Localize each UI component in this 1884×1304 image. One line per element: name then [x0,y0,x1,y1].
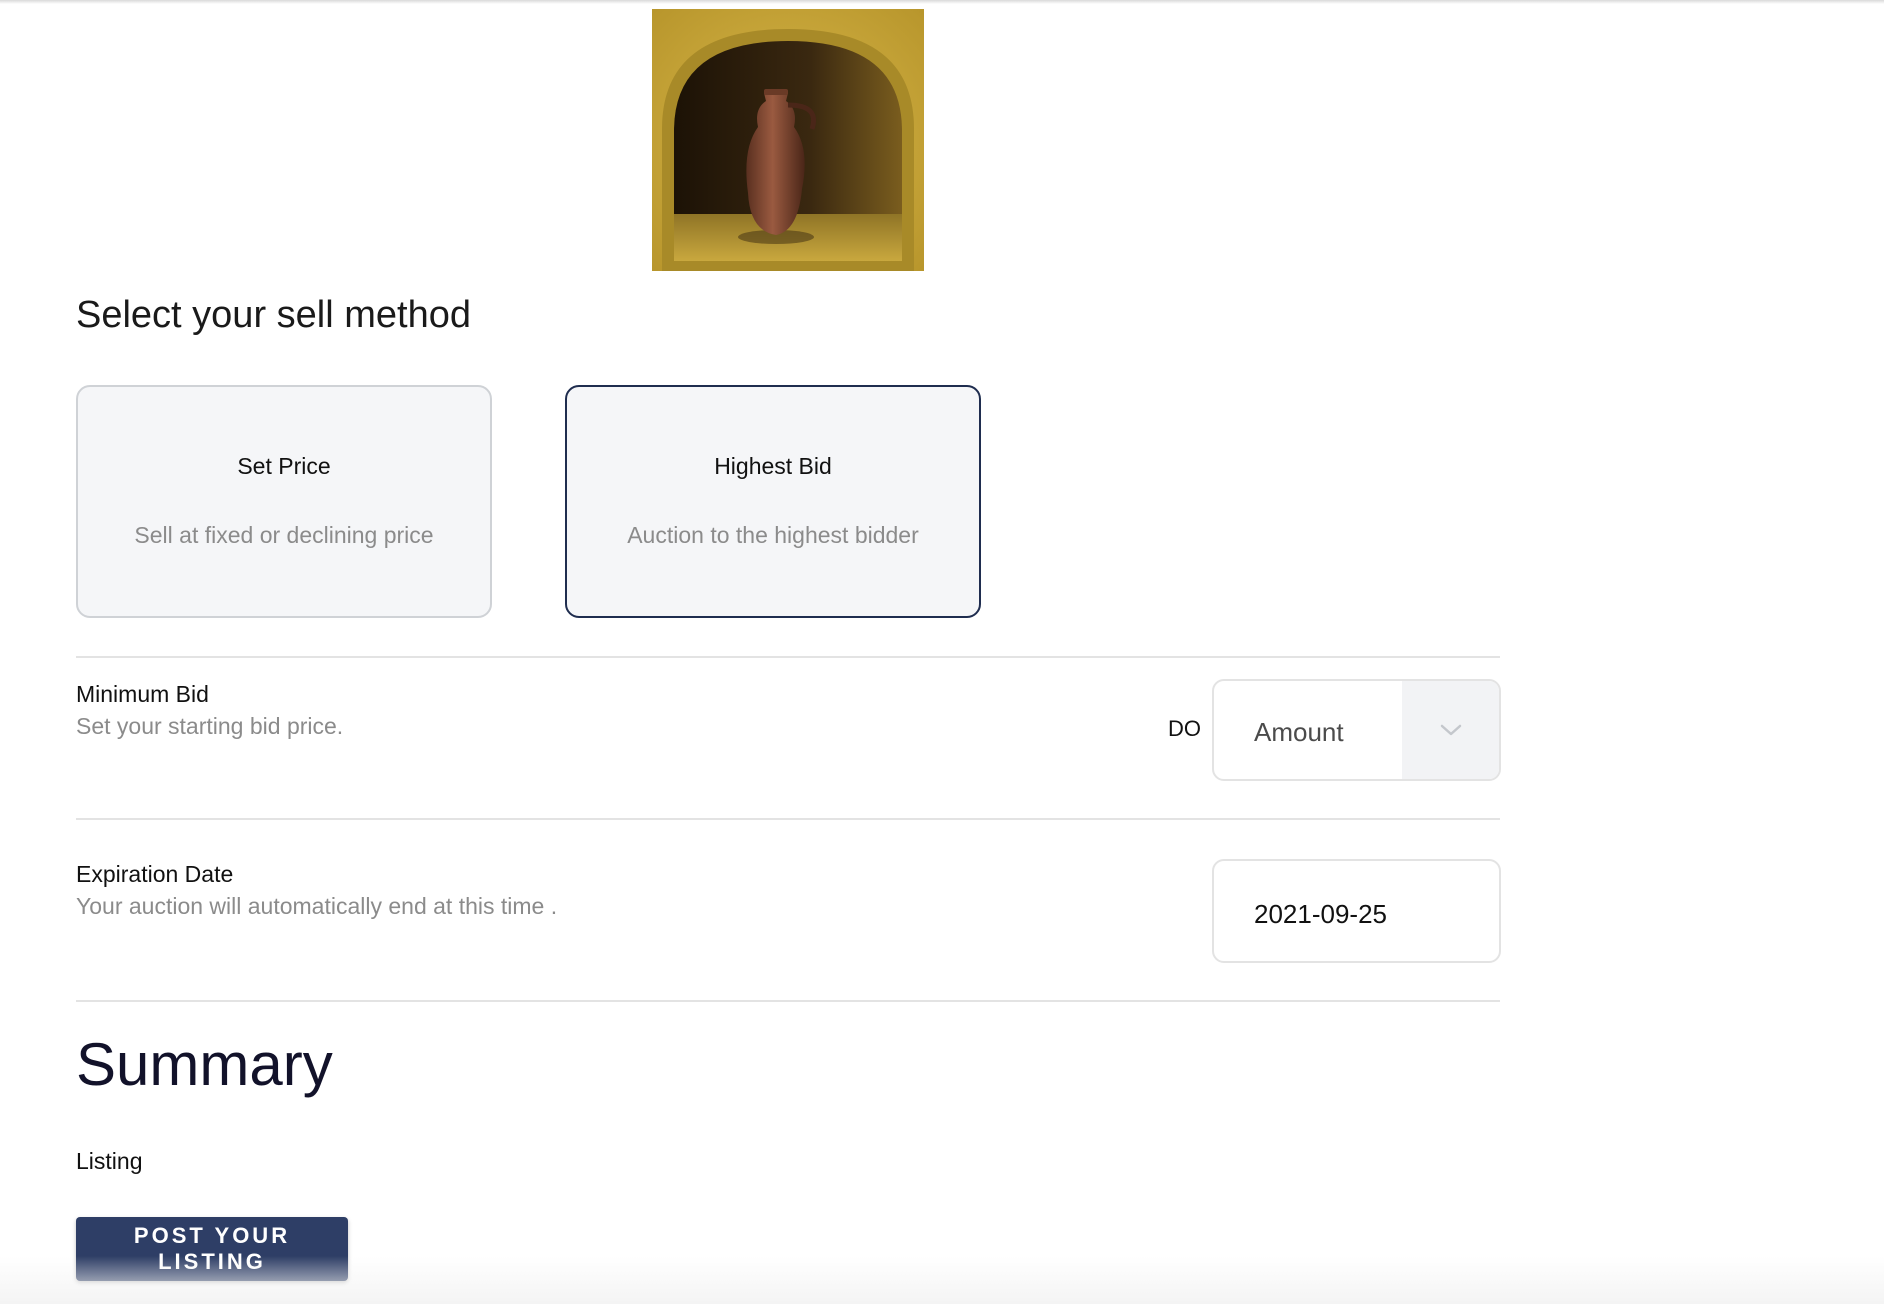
sell-method-heading: Select your sell method [76,294,471,336]
divider [76,1000,1500,1002]
listing-label: Listing [76,1148,143,1174]
expiration-date-help: Your auction will automatically end at t… [76,893,558,919]
post-listing-button[interactable]: POST YOUR LISTING [76,1217,348,1281]
divider [76,656,1500,658]
expiration-date-value: 2021-09-25 [1254,899,1387,929]
product-image [652,9,924,271]
minimum-bid-help: Set your starting bid price. [76,713,344,739]
currency-label: DO [1168,716,1201,741]
highest-bid-option[interactable]: Highest Bid Auction to the highest bidde… [565,385,981,618]
highest-bid-description: Auction to the highest bidder [627,522,919,548]
set-price-option[interactable]: Set Price Sell at fixed or declining pri… [76,385,492,618]
set-price-title: Set Price [237,453,331,479]
amount-dropdown-toggle[interactable] [1402,681,1499,779]
top-shadow [0,0,1884,4]
chevron-down-icon [1440,724,1461,736]
amount-select[interactable]: Amount [1212,679,1501,781]
highest-bid-title: Highest Bid [714,453,832,479]
summary-heading: Summary [76,1031,333,1098]
minimum-bid-label: Minimum Bid [76,681,209,707]
amount-placeholder: Amount [1254,717,1344,747]
divider [76,818,1500,820]
expiration-date-input[interactable]: 2021-09-25 [1212,859,1501,963]
expiration-date-label: Expiration Date [76,861,234,887]
set-price-description: Sell at fixed or declining price [134,522,434,548]
